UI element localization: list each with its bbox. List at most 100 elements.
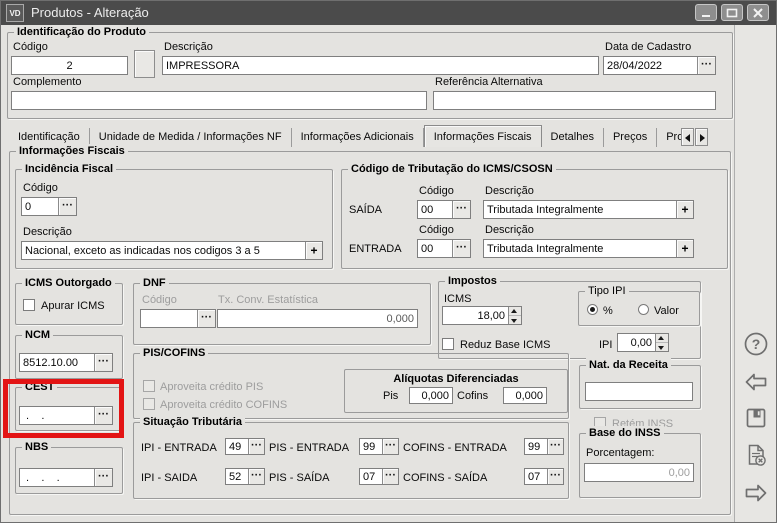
- descricao-field[interactable]: IMPRESSORA: [162, 56, 599, 75]
- incidencia-codigo-field[interactable]: 0: [21, 197, 77, 216]
- pis-entrada-field[interactable]: 99: [359, 438, 399, 455]
- calendar-lookup-button[interactable]: [697, 57, 715, 74]
- pis-saida-field[interactable]: 07: [359, 468, 399, 485]
- entrada-descricao-dropdown-button[interactable]: [676, 240, 693, 257]
- saida-descricao-dropdown-button[interactable]: [676, 201, 693, 218]
- icms-spin-buttons[interactable]: [508, 307, 521, 324]
- saida-descricao-combo[interactable]: Tributada Integralmente: [483, 200, 694, 219]
- codigo-field[interactable]: 2: [11, 56, 128, 75]
- codigo-label: Código: [13, 41, 48, 54]
- referencia-value: [434, 92, 715, 109]
- spin-up-icon[interactable]: [509, 307, 521, 316]
- pis-saida-value: 07: [360, 469, 382, 484]
- pis-saida-lookup-button[interactable]: [382, 469, 398, 484]
- saida-descricao-label: Descrição: [485, 185, 534, 198]
- ipi-spin-buttons[interactable]: [655, 334, 668, 351]
- ipi-saida-lookup-button[interactable]: [248, 469, 264, 484]
- reduz-base-icms-checkbox[interactable]: [442, 338, 454, 350]
- cofins-entrada-field[interactable]: 99: [524, 438, 564, 455]
- maximize-button[interactable]: [721, 4, 743, 21]
- entrada-codigo-field[interactable]: 00: [417, 239, 471, 258]
- complemento-field[interactable]: [11, 91, 427, 110]
- cofins-entrada-lookup-button[interactable]: [547, 439, 563, 454]
- aliquota-pis-label: Pis: [383, 390, 398, 403]
- icms-spinner-field[interactable]: 18,00: [442, 306, 522, 325]
- tipo-ipi-percent-radio[interactable]: [587, 304, 598, 315]
- group-title: Situação Tributária: [140, 415, 245, 429]
- incidencia-codigo-lookup-button[interactable]: [58, 198, 76, 215]
- nbs-value: . . .: [20, 469, 94, 486]
- apurar-icms-checkbox[interactable]: [23, 299, 35, 311]
- aproveita-credito-cofins-checkbox: [143, 398, 155, 410]
- ipi-spinner-field[interactable]: 0,00: [617, 333, 669, 352]
- dnf-codigo-lookup-button[interactable]: [197, 310, 215, 327]
- products-edit-window: VD Produtos - Alteração Identificação do…: [0, 0, 777, 523]
- aliquota-cofins-field[interactable]: 0,000: [503, 387, 547, 404]
- saida-codigo-lookup-button[interactable]: [452, 201, 470, 218]
- referencia-field[interactable]: [433, 91, 716, 110]
- tipo-ipi-valor-label: Valor: [654, 305, 679, 318]
- tab-detalhes[interactable]: Detalhes: [542, 128, 604, 147]
- ipi-entrada-field[interactable]: 49: [225, 438, 265, 455]
- ipi-label: IPI: [599, 339, 612, 352]
- cofins-saida-field[interactable]: 07: [524, 468, 564, 485]
- data-cadastro-field[interactable]: 28/04/2022: [603, 56, 716, 75]
- tab-informacoes-adicionais[interactable]: Informações Adicionais: [292, 128, 424, 147]
- ipi-entrada-value: 49: [226, 439, 248, 454]
- ipi-entrada-label: IPI - ENTRADA: [141, 442, 217, 455]
- group-title: NCM: [22, 328, 53, 342]
- cancel-record-button[interactable]: [743, 442, 769, 468]
- saida-codigo-field[interactable]: 00: [417, 200, 471, 219]
- descricao-label: Descrição: [164, 41, 213, 54]
- incidencia-codigo-label: Código: [23, 182, 58, 195]
- incidencia-descricao-dropdown-button[interactable]: [305, 242, 322, 259]
- dnf-codigo-field[interactable]: [140, 309, 216, 328]
- tab-propriedades[interactable]: Prop: [657, 128, 681, 147]
- ipi-value: 0,00: [618, 334, 655, 351]
- ipi-entrada-lookup-button[interactable]: [248, 439, 264, 454]
- group-title: DNF: [140, 276, 169, 290]
- tab-scroll-left-button[interactable]: [681, 128, 694, 146]
- app-icon: VD: [6, 4, 24, 22]
- entrada-descricao-value: Tributada Integralmente: [484, 240, 676, 257]
- ncm-lookup-button[interactable]: [94, 354, 112, 371]
- next-record-button[interactable]: [743, 480, 769, 506]
- porcentagem-value: 0,00: [585, 464, 693, 481]
- aliquota-cofins-value: 0,000: [504, 388, 546, 403]
- minimize-button[interactable]: [695, 4, 717, 21]
- close-button[interactable]: [747, 4, 769, 21]
- icms-value: 18,00: [443, 307, 508, 324]
- titlebar[interactable]: VD Produtos - Alteração: [1, 1, 776, 25]
- tab-precos[interactable]: Preços: [604, 128, 657, 147]
- entrada-codigo-lookup-button[interactable]: [452, 240, 470, 257]
- incidencia-descricao-combo[interactable]: Nacional, exceto as indicadas nos codigo…: [21, 241, 323, 260]
- save-button[interactable]: [743, 405, 769, 431]
- tipo-ipi-valor-radio[interactable]: [638, 304, 649, 315]
- spin-down-icon[interactable]: [509, 316, 521, 324]
- entrada-codigo-label: Código: [419, 224, 454, 237]
- nbs-field[interactable]: . . .: [19, 468, 113, 487]
- spin-down-icon[interactable]: [656, 343, 668, 351]
- apurar-icms-label: Apurar ICMS: [41, 300, 105, 313]
- previous-record-button[interactable]: [743, 369, 769, 395]
- nat-receita-field[interactable]: [585, 382, 693, 401]
- entrada-descricao-combo[interactable]: Tributada Integralmente: [483, 239, 694, 258]
- aliquota-pis-field[interactable]: 0,000: [409, 387, 453, 404]
- group-title: Código de Tributação do ICMS/CSOSN: [348, 162, 556, 176]
- ncm-field[interactable]: 8512.10.00: [19, 353, 113, 372]
- cofins-saida-lookup-button[interactable]: [547, 469, 563, 484]
- tab-informacoes-fiscais[interactable]: Informações Fiscais: [424, 125, 542, 147]
- dnf-codigo-value: [141, 310, 197, 327]
- help-button[interactable]: ?: [743, 331, 769, 357]
- pis-entrada-lookup-button[interactable]: [382, 439, 398, 454]
- incidencia-descricao-value: Nacional, exceto as indicadas nos codigo…: [22, 242, 305, 259]
- cofins-entrada-value: 99: [525, 439, 547, 454]
- nbs-lookup-button[interactable]: [94, 469, 112, 486]
- ipi-saida-field[interactable]: 52: [225, 468, 265, 485]
- descricao-value: IMPRESSORA: [163, 57, 598, 74]
- spin-up-icon[interactable]: [656, 334, 668, 343]
- group-title: NBS: [22, 440, 51, 454]
- side-toolbar: ?: [734, 25, 776, 522]
- tab-scroll-right-button[interactable]: [695, 128, 708, 146]
- codigo-lookup-button[interactable]: [134, 50, 155, 78]
